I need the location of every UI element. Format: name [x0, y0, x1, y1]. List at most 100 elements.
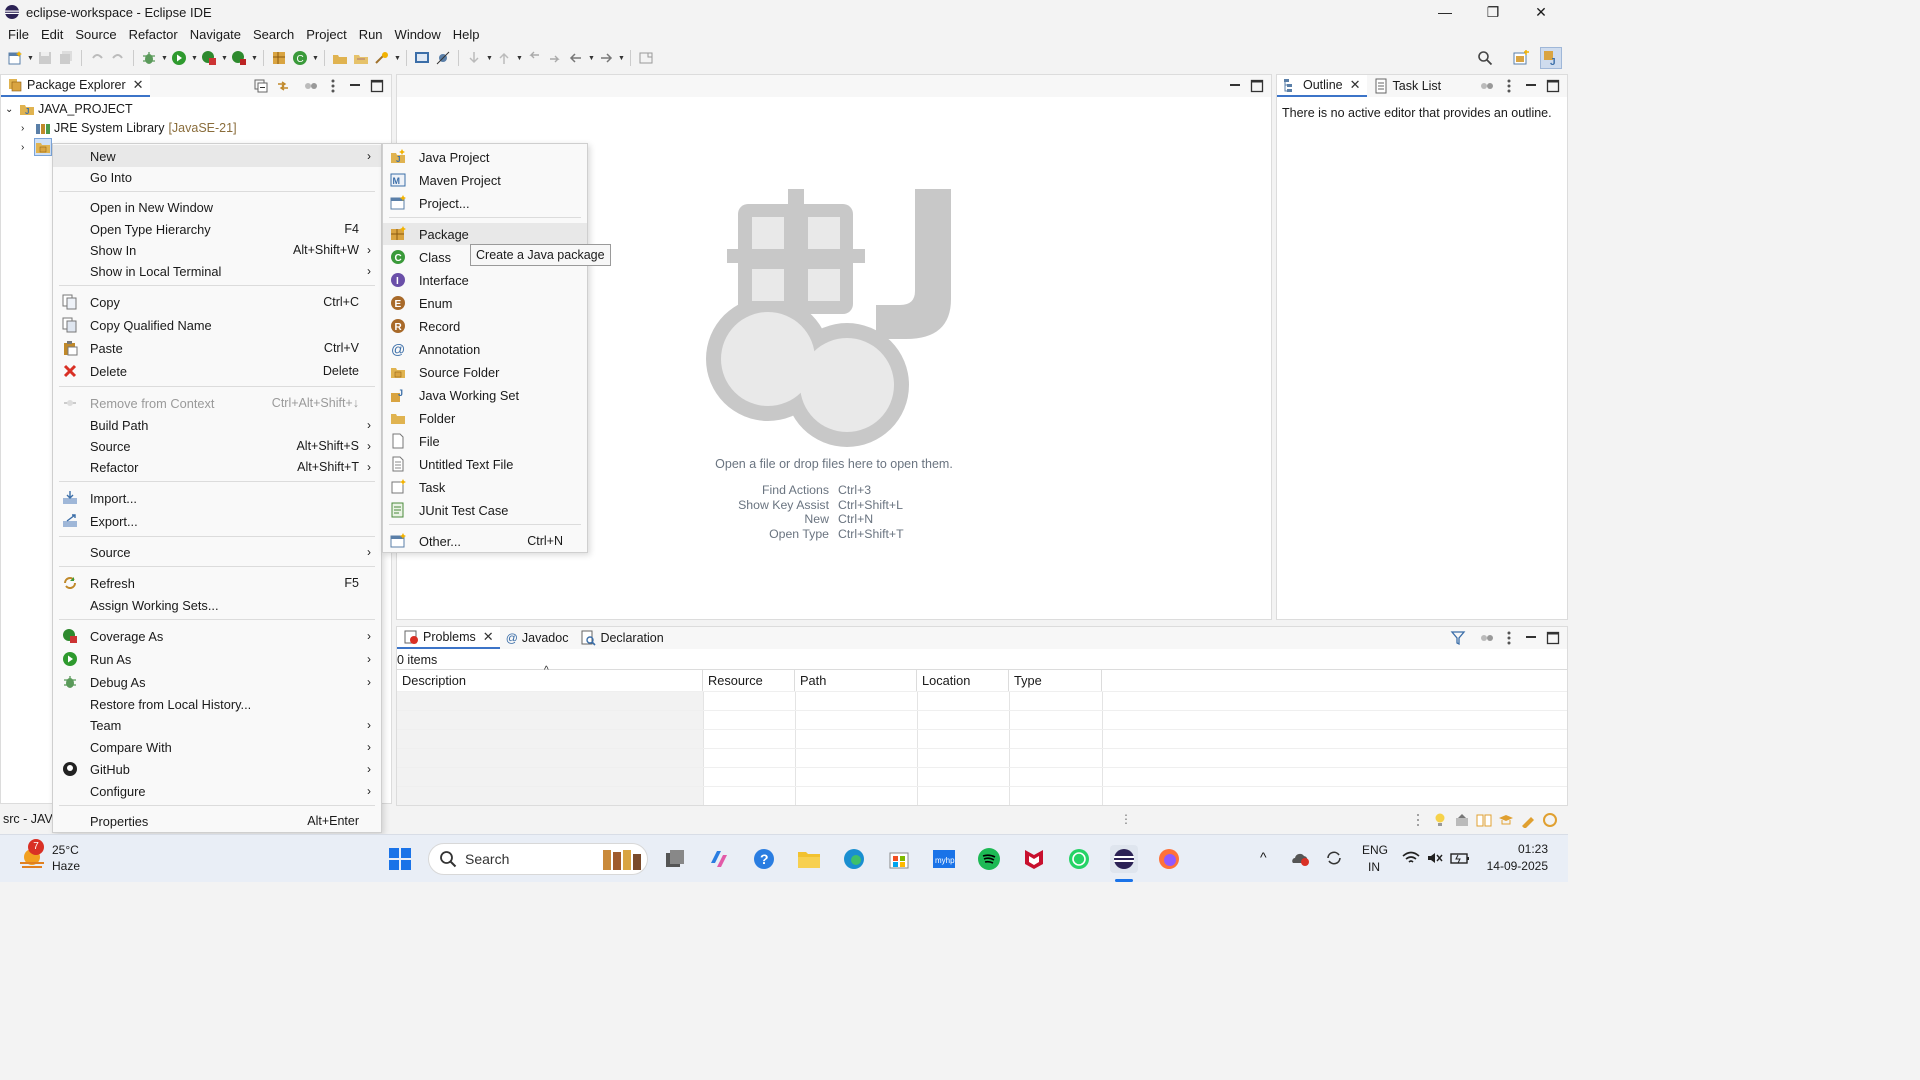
java-perspective-icon[interactable]: J: [1540, 47, 1562, 69]
menu-item-new[interactable]: New ›: [53, 145, 381, 167]
wifi-icon[interactable]: [1402, 849, 1420, 867]
submenu-item-other[interactable]: Other... Ctrl+N: [383, 530, 587, 552]
start-icon[interactable]: [386, 845, 414, 873]
chevron-right-icon[interactable]: ›: [21, 123, 35, 134]
restore-button[interactable]: ❐: [1470, 0, 1516, 24]
submenu-item-java-working-set[interactable]: J Java Working Set: [383, 384, 587, 406]
terminal-icon[interactable]: [413, 49, 431, 67]
column-header-description[interactable]: Description ^: [397, 665, 703, 691]
store-icon[interactable]: [885, 845, 913, 873]
close-icon[interactable]: ✕: [1350, 77, 1361, 93]
mcafee-icon[interactable]: [1020, 845, 1048, 873]
menu-item-refresh[interactable]: Refresh F5: [53, 572, 381, 594]
tab-problems[interactable]: Problems ✕: [397, 627, 500, 649]
minimize-view-icon[interactable]: [1523, 78, 1539, 94]
dropdown-arrow-icon[interactable]: ▼: [27, 55, 34, 62]
minimize-view-icon[interactable]: [347, 78, 363, 94]
tab-outline[interactable]: Outline ✕: [1277, 75, 1367, 97]
chevron-right-icon[interactable]: ›: [21, 142, 35, 153]
clock-time[interactable]: 01:23: [1500, 842, 1548, 856]
submenu-item-maven-project[interactable]: M Maven Project: [383, 169, 587, 191]
tab-javadoc[interactable]: @ Javadoc: [500, 627, 575, 649]
submenu-item-annotation[interactable]: @ Annotation: [383, 338, 587, 360]
onedrive-icon[interactable]: [1290, 849, 1310, 867]
menu-item-compare-with[interactable]: Compare With ›: [53, 736, 381, 758]
maximize-view-icon[interactable]: [1545, 630, 1561, 646]
column-header-type[interactable]: Type: [1009, 669, 1102, 691]
new-java-package-icon[interactable]: [270, 49, 288, 67]
dropdown-arrow-icon[interactable]: ▼: [312, 55, 319, 62]
menu-item-restore-local-history[interactable]: Restore from Local History...: [53, 693, 381, 715]
close-window-button[interactable]: ✕: [1518, 0, 1564, 24]
menu-refactor[interactable]: Refactor: [123, 27, 184, 42]
menu-item-show-in[interactable]: Show In Alt+Shift+W ›: [53, 239, 381, 261]
forward-icon[interactable]: [597, 49, 615, 67]
menu-item-show-local-terminal[interactable]: Show in Local Terminal ›: [53, 260, 381, 282]
maximize-view-icon[interactable]: [369, 78, 385, 94]
battery-icon[interactable]: [1450, 849, 1470, 867]
view-menu-icon[interactable]: [1501, 630, 1517, 646]
column-header-resource[interactable]: Resource: [703, 669, 795, 691]
firefox-icon[interactable]: [1155, 845, 1183, 873]
menu-item-import[interactable]: Import...: [53, 487, 381, 509]
focus-task-icon[interactable]: [303, 78, 319, 94]
submenu-item-record[interactable]: R Record: [383, 315, 587, 337]
menu-file[interactable]: File: [2, 27, 35, 42]
help-icon[interactable]: ?: [750, 845, 778, 873]
input-language[interactable]: ENG: [1362, 843, 1388, 857]
tree-item-jre[interactable]: › JRE System Library [JavaSE-21]: [21, 118, 381, 138]
eclipse-taskbar-icon[interactable]: [1110, 845, 1138, 873]
status-splitter-icon[interactable]: ⋮: [1120, 812, 1132, 826]
submenu-item-untitled-text-file[interactable]: Untitled Text File: [383, 453, 587, 475]
menu-item-properties[interactable]: Properties Alt+Enter: [53, 810, 381, 832]
menu-item-delete[interactable]: Delete Delete: [53, 360, 381, 382]
external-tools-icon[interactable]: [230, 49, 248, 67]
submenu-item-enum[interactable]: E Enum: [383, 292, 587, 314]
search-box[interactable]: Search: [428, 843, 648, 875]
submenu-item-package[interactable]: Package: [383, 223, 587, 245]
submenu-item-folder[interactable]: Folder: [383, 407, 587, 429]
tree-item-project[interactable]: ⌄ J JAVA_PROJECT: [5, 99, 385, 119]
minimize-view-icon[interactable]: [1523, 630, 1539, 646]
coverage-icon[interactable]: [200, 49, 218, 67]
menu-item-source[interactable]: Source Alt+Shift+S ›: [53, 435, 381, 457]
whatsapp-icon[interactable]: [1065, 845, 1093, 873]
menu-search[interactable]: Search: [247, 27, 300, 42]
edge-icon[interactable]: [840, 845, 868, 873]
submenu-item-source-folder[interactable]: Source Folder: [383, 361, 587, 383]
menu-item-paste[interactable]: Paste Ctrl+V: [53, 337, 381, 359]
link-with-editor-icon[interactable]: [275, 78, 291, 94]
filter-icon[interactable]: [1450, 630, 1466, 646]
menu-window[interactable]: Window: [389, 27, 447, 42]
submenu-item-junit-test-case[interactable]: JUnit Test Case: [383, 499, 587, 521]
menu-navigate[interactable]: Navigate: [184, 27, 247, 42]
column-header-path[interactable]: Path: [795, 669, 917, 691]
search-icon[interactable]: [1476, 49, 1494, 67]
open-type-icon[interactable]: [331, 49, 349, 67]
column-header-location[interactable]: Location: [917, 669, 1009, 691]
volume-muted-icon[interactable]: [1426, 849, 1444, 867]
new-java-class-icon[interactable]: C: [291, 49, 309, 67]
close-icon[interactable]: ✕: [483, 629, 494, 645]
myhp-icon[interactable]: myhp: [930, 845, 958, 873]
pin-editor-icon[interactable]: [637, 49, 655, 67]
copilot-icon[interactable]: [705, 845, 733, 873]
lightbulb-icon[interactable]: [1432, 812, 1448, 828]
search-tool-icon[interactable]: [373, 49, 391, 67]
minimize-view-icon[interactable]: [1227, 78, 1243, 94]
close-icon[interactable]: ✕: [133, 77, 144, 93]
new-wizard-icon[interactable]: [6, 49, 24, 67]
tab-package-explorer[interactable]: Package Explorer ✕: [1, 75, 150, 97]
menu-item-debug-as[interactable]: Debug As ›: [53, 671, 381, 693]
submenu-item-interface[interactable]: I Interface: [383, 269, 587, 291]
open-perspective-icon[interactable]: [1512, 49, 1530, 67]
submenu-item-task[interactable]: Task: [383, 476, 587, 498]
chevron-down-icon[interactable]: ⌄: [5, 104, 19, 115]
maximize-view-icon[interactable]: [1545, 78, 1561, 94]
help-circle-icon[interactable]: [1542, 812, 1558, 828]
new-icon[interactable]: [1520, 812, 1536, 828]
menu-item-configure[interactable]: Configure ›: [53, 780, 381, 802]
trim-handle-icon[interactable]: [1410, 812, 1426, 828]
menu-item-coverage-as[interactable]: Coverage As ›: [53, 625, 381, 647]
dropdown-arrow-icon[interactable]: ▼: [516, 55, 523, 62]
